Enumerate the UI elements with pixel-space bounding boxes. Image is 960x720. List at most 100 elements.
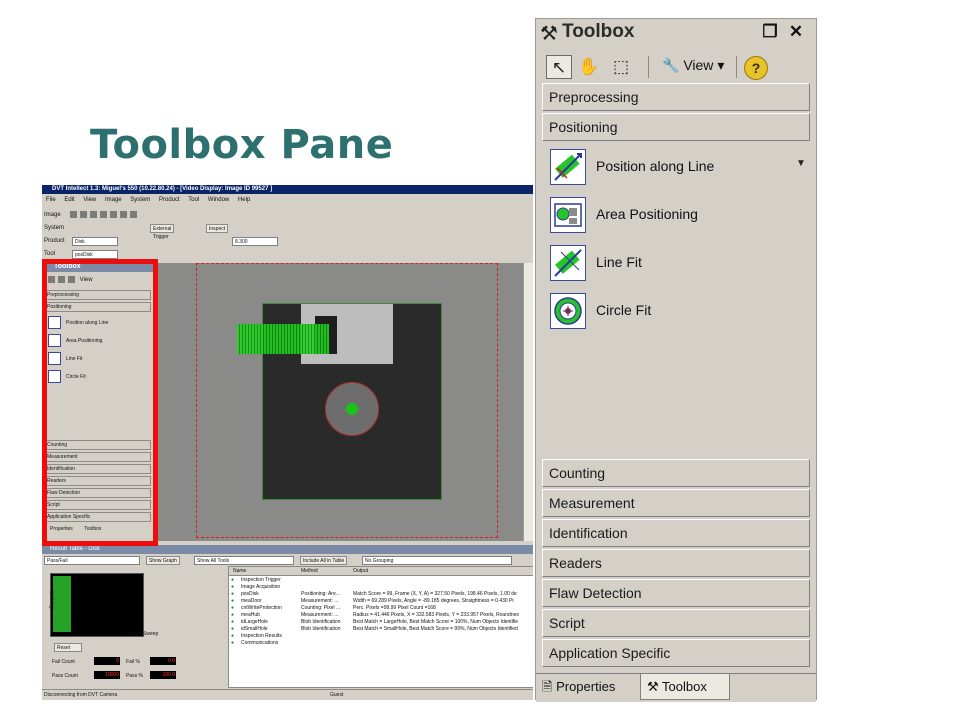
row-output: Perc. Pixels =99.99 Pixel Count =168 <box>353 605 436 611</box>
zoom-in-icon[interactable] <box>110 210 118 218</box>
toolbox-header: ⚒ Toolbox ❐ ✕ <box>536 19 816 47</box>
menu-tool[interactable]: Tool <box>188 197 199 203</box>
fail-pct-label: Fail % <box>126 659 140 665</box>
table-row[interactable]: ● meaDoor Measurement: ... Width = 69.289 P… <box>229 598 533 605</box>
menu-product[interactable]: Product <box>159 197 180 203</box>
toolbox-tab-bar: 🗎 Properties ⚒ Toolbox <box>536 673 816 702</box>
category-flaw-detection[interactable]: Flaw Detection <box>542 579 810 607</box>
grouping-select[interactable]: No Grouping <box>362 556 512 565</box>
stop-icon[interactable] <box>90 210 98 218</box>
fail-count-label: Fail Count <box>52 659 75 665</box>
include-all-button[interactable]: Include All in Table <box>300 556 348 565</box>
toolbar-separator <box>736 56 737 78</box>
category-application-specific[interactable]: Application Specific <box>542 639 810 667</box>
row-output: Match Score = 99, Frame (X, Y, A) = 327.… <box>353 591 517 597</box>
status-check-icon: ● <box>231 612 235 618</box>
reset-button[interactable]: Reset <box>54 643 82 652</box>
menu-image[interactable]: Image <box>105 197 122 203</box>
first-frame-icon[interactable] <box>70 210 78 218</box>
menu-view[interactable]: View <box>83 197 96 203</box>
col-name[interactable]: Name <box>233 567 246 575</box>
viewer-scrollbar[interactable] <box>523 263 533 541</box>
show-graph-button[interactable]: Show Graph <box>146 556 180 565</box>
category-preprocessing[interactable]: Preprocessing <box>542 83 810 111</box>
zoom-out-icon[interactable] <box>120 210 128 218</box>
row-name: idLargeHole <box>241 619 268 625</box>
graph-y-label: Percent <box>49 591 56 609</box>
hammer-wrench-icon: ⚒ <box>647 679 659 694</box>
record-icon[interactable] <box>100 210 108 218</box>
status-check-icon: ● <box>231 619 235 625</box>
image-row-label: Image <box>44 212 61 218</box>
graph-x-label: History Sweep <box>126 631 159 637</box>
history-graph <box>50 573 144 637</box>
exposure-input[interactable]: 8.300 <box>232 237 278 246</box>
table-row[interactable]: ● cntWriteProtection Counting: Pixel ... Pe… <box>229 605 533 612</box>
category-measurement[interactable]: Measurement <box>542 489 810 517</box>
tab-toolbox[interactable]: ⚒ Toolbox <box>640 674 730 700</box>
table-row[interactable]: ● meaHub Measurement: ... Radius = 41.446 P… <box>229 612 533 619</box>
hand-icon[interactable]: ✋ <box>576 55 602 79</box>
slide-title: Toolbox Pane <box>90 122 394 168</box>
close-icon[interactable]: ✕ <box>786 22 806 42</box>
menu-help[interactable]: Help <box>238 197 250 203</box>
pass-fail-select[interactable]: Pass/Fail <box>44 556 140 565</box>
tool-circle-fit[interactable]: Circle Fit <box>550 293 806 333</box>
zoom-fit-icon[interactable] <box>130 210 138 218</box>
float-window-icon[interactable]: ❐ <box>760 22 780 42</box>
image-viewer[interactable] <box>158 263 523 541</box>
product-toolbar-row: Product Disk 8.300 <box>44 236 278 247</box>
system-row-label: System <box>44 225 65 231</box>
table-row[interactable]: ● idLargeHole Blob Identification Best Matc… <box>229 619 533 626</box>
menu-file[interactable]: File <box>46 197 56 203</box>
toolbox-highlight-frame <box>42 259 158 546</box>
table-row[interactable]: ● idSmallHole Blob Identification Best Matc… <box>229 626 533 633</box>
play-controls <box>70 210 140 218</box>
hub-measurement-overlay[interactable] <box>325 382 379 436</box>
category-identification[interactable]: Identification <box>542 519 810 547</box>
status-bar: Disconnecting from DVT Camera Guest <box>42 689 533 700</box>
row-name: Inspection Results <box>241 633 282 639</box>
status-check-icon: ● <box>231 584 235 590</box>
system-toolbar-row: System External Trigger Inspect <box>44 223 229 240</box>
status-check-icon: ● <box>231 577 235 583</box>
region-select-icon[interactable]: ⬚ <box>608 55 634 79</box>
product-select[interactable]: Disk <box>72 237 118 246</box>
chevron-down-icon: ▾ <box>717 57 725 73</box>
status-check-icon: ● <box>231 598 235 604</box>
menu-system[interactable]: System <box>130 197 150 203</box>
category-counting[interactable]: Counting <box>542 459 810 487</box>
view-menu[interactable]: 🔧 View ▾ <box>662 57 724 74</box>
play-icon[interactable] <box>80 210 88 218</box>
tool-area-positioning[interactable]: Area Positioning <box>550 197 806 237</box>
show-all-tools-select[interactable]: Show All Tools <box>194 556 294 565</box>
category-script[interactable]: Script <box>542 609 810 637</box>
pointer-icon[interactable]: ↖ <box>546 55 572 79</box>
table-row[interactable]: ● Inspection Results <box>229 633 533 640</box>
tool-select[interactable]: posDisk <box>72 250 118 259</box>
help-icon[interactable]: ? <box>744 56 768 80</box>
external-trigger-button[interactable]: External Trigger <box>150 224 175 240</box>
pass-pct-label: Pass % <box>126 673 143 679</box>
app-menu-bar: File Edit View Image System Product Tool… <box>46 197 257 207</box>
table-row[interactable]: ● posDisk Positioning: Are... Match Score =… <box>229 591 533 598</box>
toolbox-pane: ⚒ Toolbox ❐ ✕ ↖ ✋ ⬚ 🔧 View ▾ ? Preproces… <box>535 18 817 702</box>
menu-window[interactable]: Window <box>208 197 229 203</box>
position-tool-overlay[interactable] <box>237 324 329 354</box>
tool-position-along-line[interactable]: Position along Line ▼ <box>550 149 806 189</box>
tool-line-fit[interactable]: Line Fit <box>550 245 806 285</box>
tab-properties[interactable]: 🗎 Properties <box>542 674 638 700</box>
inspect-button[interactable]: Inspect <box>206 224 229 233</box>
row-method: Counting: Pixel ... <box>301 605 341 611</box>
table-row[interactable]: ● Inspection Trigger <box>229 577 533 584</box>
col-output[interactable]: Output <box>353 567 368 575</box>
status-check-icon: ● <box>231 626 235 632</box>
chevron-down-icon[interactable]: ▼ <box>796 158 806 169</box>
menu-edit[interactable]: Edit <box>64 197 74 203</box>
pass-percent-bar <box>53 576 71 632</box>
table-row[interactable]: ● Communications <box>229 640 533 647</box>
category-readers[interactable]: Readers <box>542 549 810 577</box>
table-row[interactable]: ● Image Acquisition <box>229 584 533 591</box>
col-method[interactable]: Method <box>301 567 318 575</box>
category-positioning[interactable]: Positioning <box>542 113 810 141</box>
